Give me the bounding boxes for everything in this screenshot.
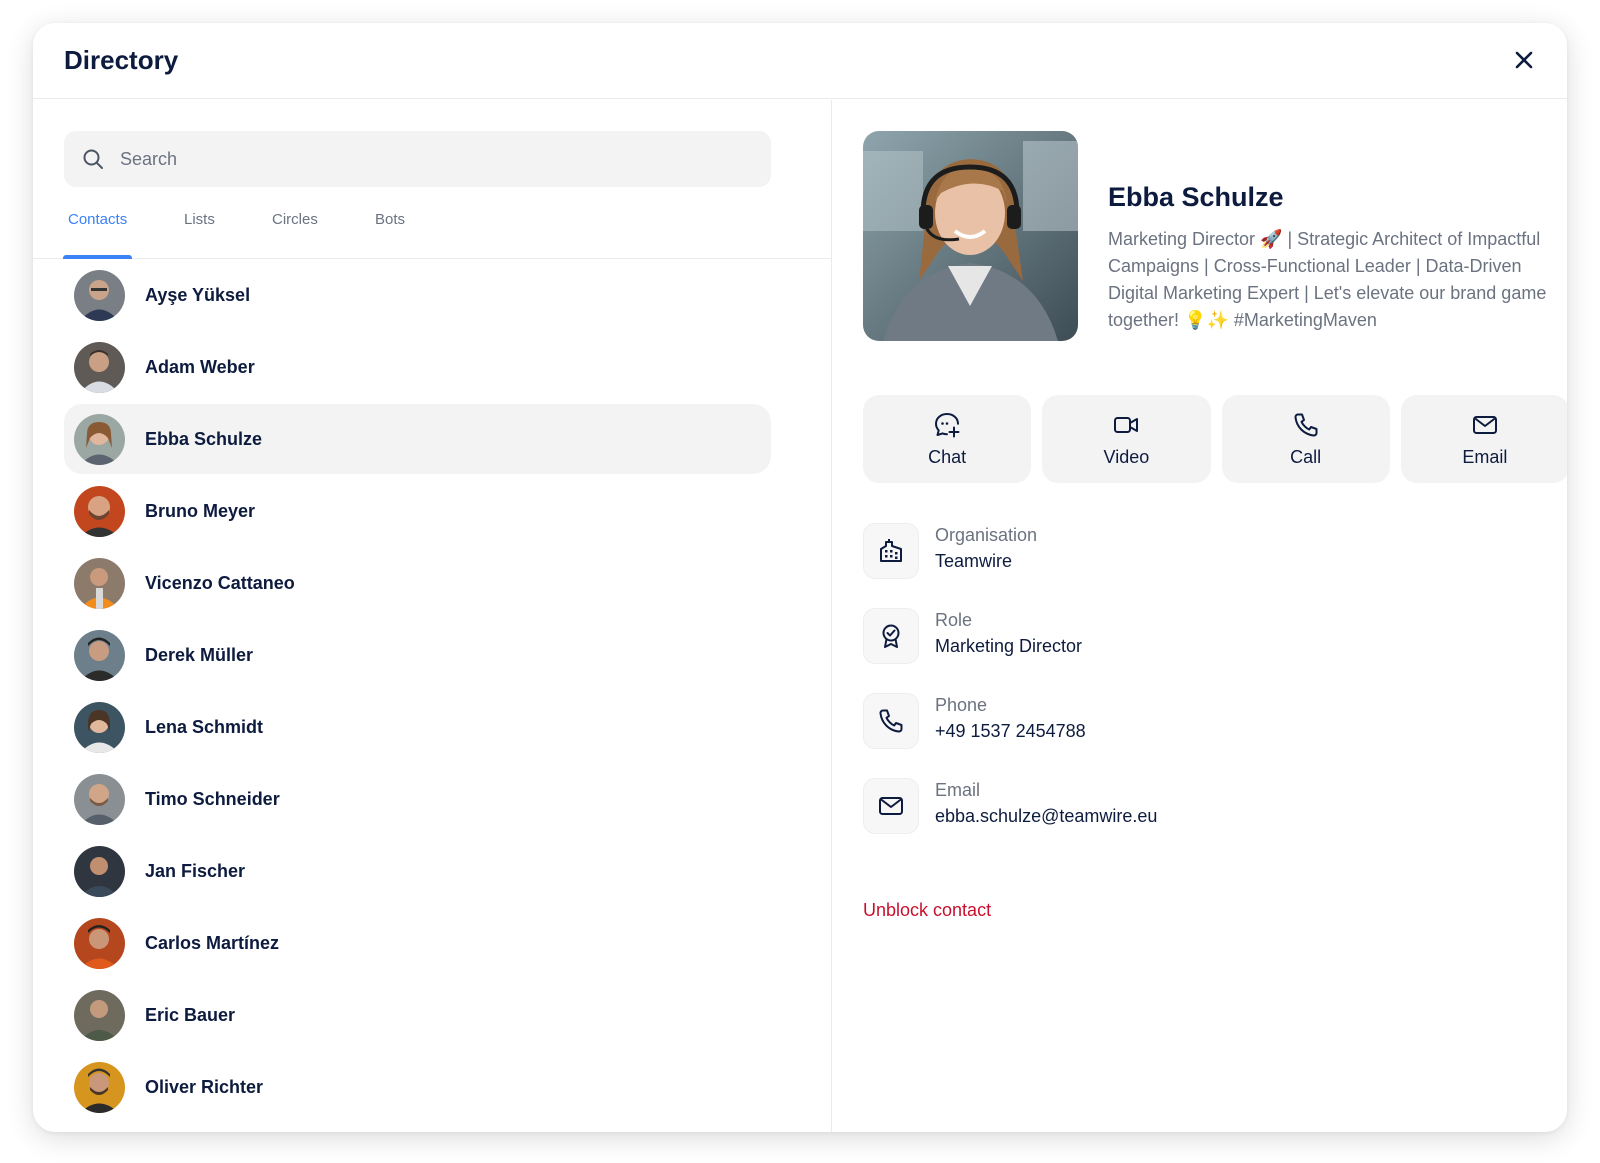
close-icon: [1515, 51, 1533, 69]
unblock-contact-link[interactable]: Unblock contact: [863, 900, 991, 921]
tab-lists[interactable]: Lists: [179, 203, 220, 259]
contact-name: Eric Bauer: [145, 1004, 236, 1025]
contact-name: Adam Weber: [145, 356, 255, 377]
dialog-title: Directory: [64, 45, 179, 75]
avatar: [74, 269, 125, 321]
call-button[interactable]: Call: [1221, 395, 1390, 483]
chat-button[interactable]: Chat: [863, 395, 1032, 483]
contact-list-item[interactable]: Oliver Richter: [64, 1052, 771, 1122]
organisation-row: Organisation Teamwire: [863, 523, 1463, 583]
close-button[interactable]: [1509, 45, 1539, 75]
contact-name: Bruno Meyer: [145, 500, 256, 521]
avatar: [74, 1061, 125, 1113]
avatar: [74, 485, 125, 537]
email-button[interactable]: Email: [1400, 395, 1567, 483]
phone-value[interactable]: +49 1537 2454788: [935, 721, 1086, 742]
chat-label: Chat: [928, 446, 967, 467]
contact-list-item[interactable]: Eric Bauer: [64, 980, 771, 1050]
contact-name: Derek Müller: [145, 644, 254, 665]
contact-name: Timo Schneider: [145, 788, 280, 809]
contact-list-item[interactable]: Ebba Schulze: [64, 404, 771, 474]
contact-list-item[interactable]: Adam Weber: [64, 332, 771, 402]
email-row[interactable]: Email ebba.schulze@teamwire.eu: [863, 778, 1463, 838]
profile-photo: [863, 131, 1078, 341]
envelope-icon: [863, 778, 919, 834]
contact-list-item[interactable]: Lena Schmidt: [64, 692, 771, 762]
dialog-header: Directory: [33, 23, 1567, 99]
avatar: [74, 917, 125, 969]
organisation-label: Organisation: [935, 525, 1038, 545]
email-label: Email: [935, 780, 981, 800]
organisation-value: Teamwire: [935, 551, 1013, 571]
contact-list-item[interactable]: Timo Schneider: [64, 764, 771, 834]
envelope-icon: [1471, 411, 1499, 439]
video-camera-icon: [1112, 411, 1140, 439]
contact-list-item[interactable]: Vicenzo Cattaneo: [64, 548, 771, 618]
search-icon: [82, 148, 104, 170]
role-row: Role Marketing Director: [863, 608, 1463, 668]
contact-list: Ayşe Yüksel Adam Weber Ebba Schulze Brun…: [64, 260, 771, 1124]
role-label: Role: [935, 610, 973, 630]
video-label: Video: [1103, 446, 1150, 467]
role-value: Marketing Director: [935, 636, 1083, 656]
contact-name: Ebba Schulze: [145, 428, 263, 449]
contact-list-item[interactable]: Derek Müller: [64, 620, 771, 690]
contact-name: Ayşe Yüksel: [145, 284, 251, 305]
building-icon: [863, 523, 919, 579]
search-input[interactable]: [120, 148, 720, 170]
profile-name: Ebba Schulze: [1108, 182, 1284, 212]
avatar: [74, 629, 125, 681]
contact-name: Vicenzo Cattaneo: [145, 572, 295, 593]
badge-icon: [863, 608, 919, 664]
video-button[interactable]: Video: [1042, 395, 1211, 483]
email-label: Email: [1462, 446, 1508, 467]
contact-list-item[interactable]: Ayşe Yüksel: [64, 260, 771, 330]
contacts-panel: Contacts Lists Circles Bots Ayşe Yüksel …: [33, 100, 832, 1132]
contact-name: Carlos Martínez: [145, 932, 280, 953]
quick-actions: Chat Video Call Email: [863, 395, 1567, 483]
avatar: [74, 557, 125, 609]
tab-bots[interactable]: Bots: [370, 203, 410, 259]
contact-name: Lena Schmidt: [145, 716, 264, 737]
avatar: [74, 413, 125, 465]
tab-contacts[interactable]: Contacts: [63, 203, 133, 259]
avatar: [74, 845, 125, 897]
directory-dialog: Directory Contacts Lists Circles Bots: [33, 23, 1567, 1132]
contact-list-item[interactable]: Jan Fischer: [64, 836, 771, 906]
tab-circles[interactable]: Circles: [267, 203, 323, 259]
call-label: Call: [1290, 446, 1322, 467]
search-bar[interactable]: [64, 131, 771, 187]
avatar: [74, 341, 125, 393]
contact-list-item[interactable]: Bruno Meyer: [64, 476, 771, 546]
contact-list-item[interactable]: Carlos Martínez: [64, 908, 771, 978]
phone-icon: [863, 693, 919, 749]
phone-row[interactable]: Phone +49 1537 2454788: [863, 693, 1463, 753]
avatar: [74, 701, 125, 753]
phone-icon: [1292, 411, 1320, 439]
phone-label: Phone: [935, 695, 988, 715]
contact-name: Oliver Richter: [145, 1076, 264, 1097]
avatar: [74, 773, 125, 825]
avatar: [74, 989, 125, 1041]
profile-bio: Marketing Director 🚀 | Strategic Archite…: [1108, 229, 1547, 330]
contact-detail-panel: Ebba Schulze Marketing Director 🚀 | Stra…: [833, 100, 1567, 1132]
tab-bar: Contacts Lists Circles Bots: [33, 187, 831, 259]
contact-name: Jan Fischer: [145, 860, 246, 881]
email-value[interactable]: ebba.schulze@teamwire.eu: [935, 806, 1157, 827]
chat-plus-icon: [933, 411, 961, 439]
